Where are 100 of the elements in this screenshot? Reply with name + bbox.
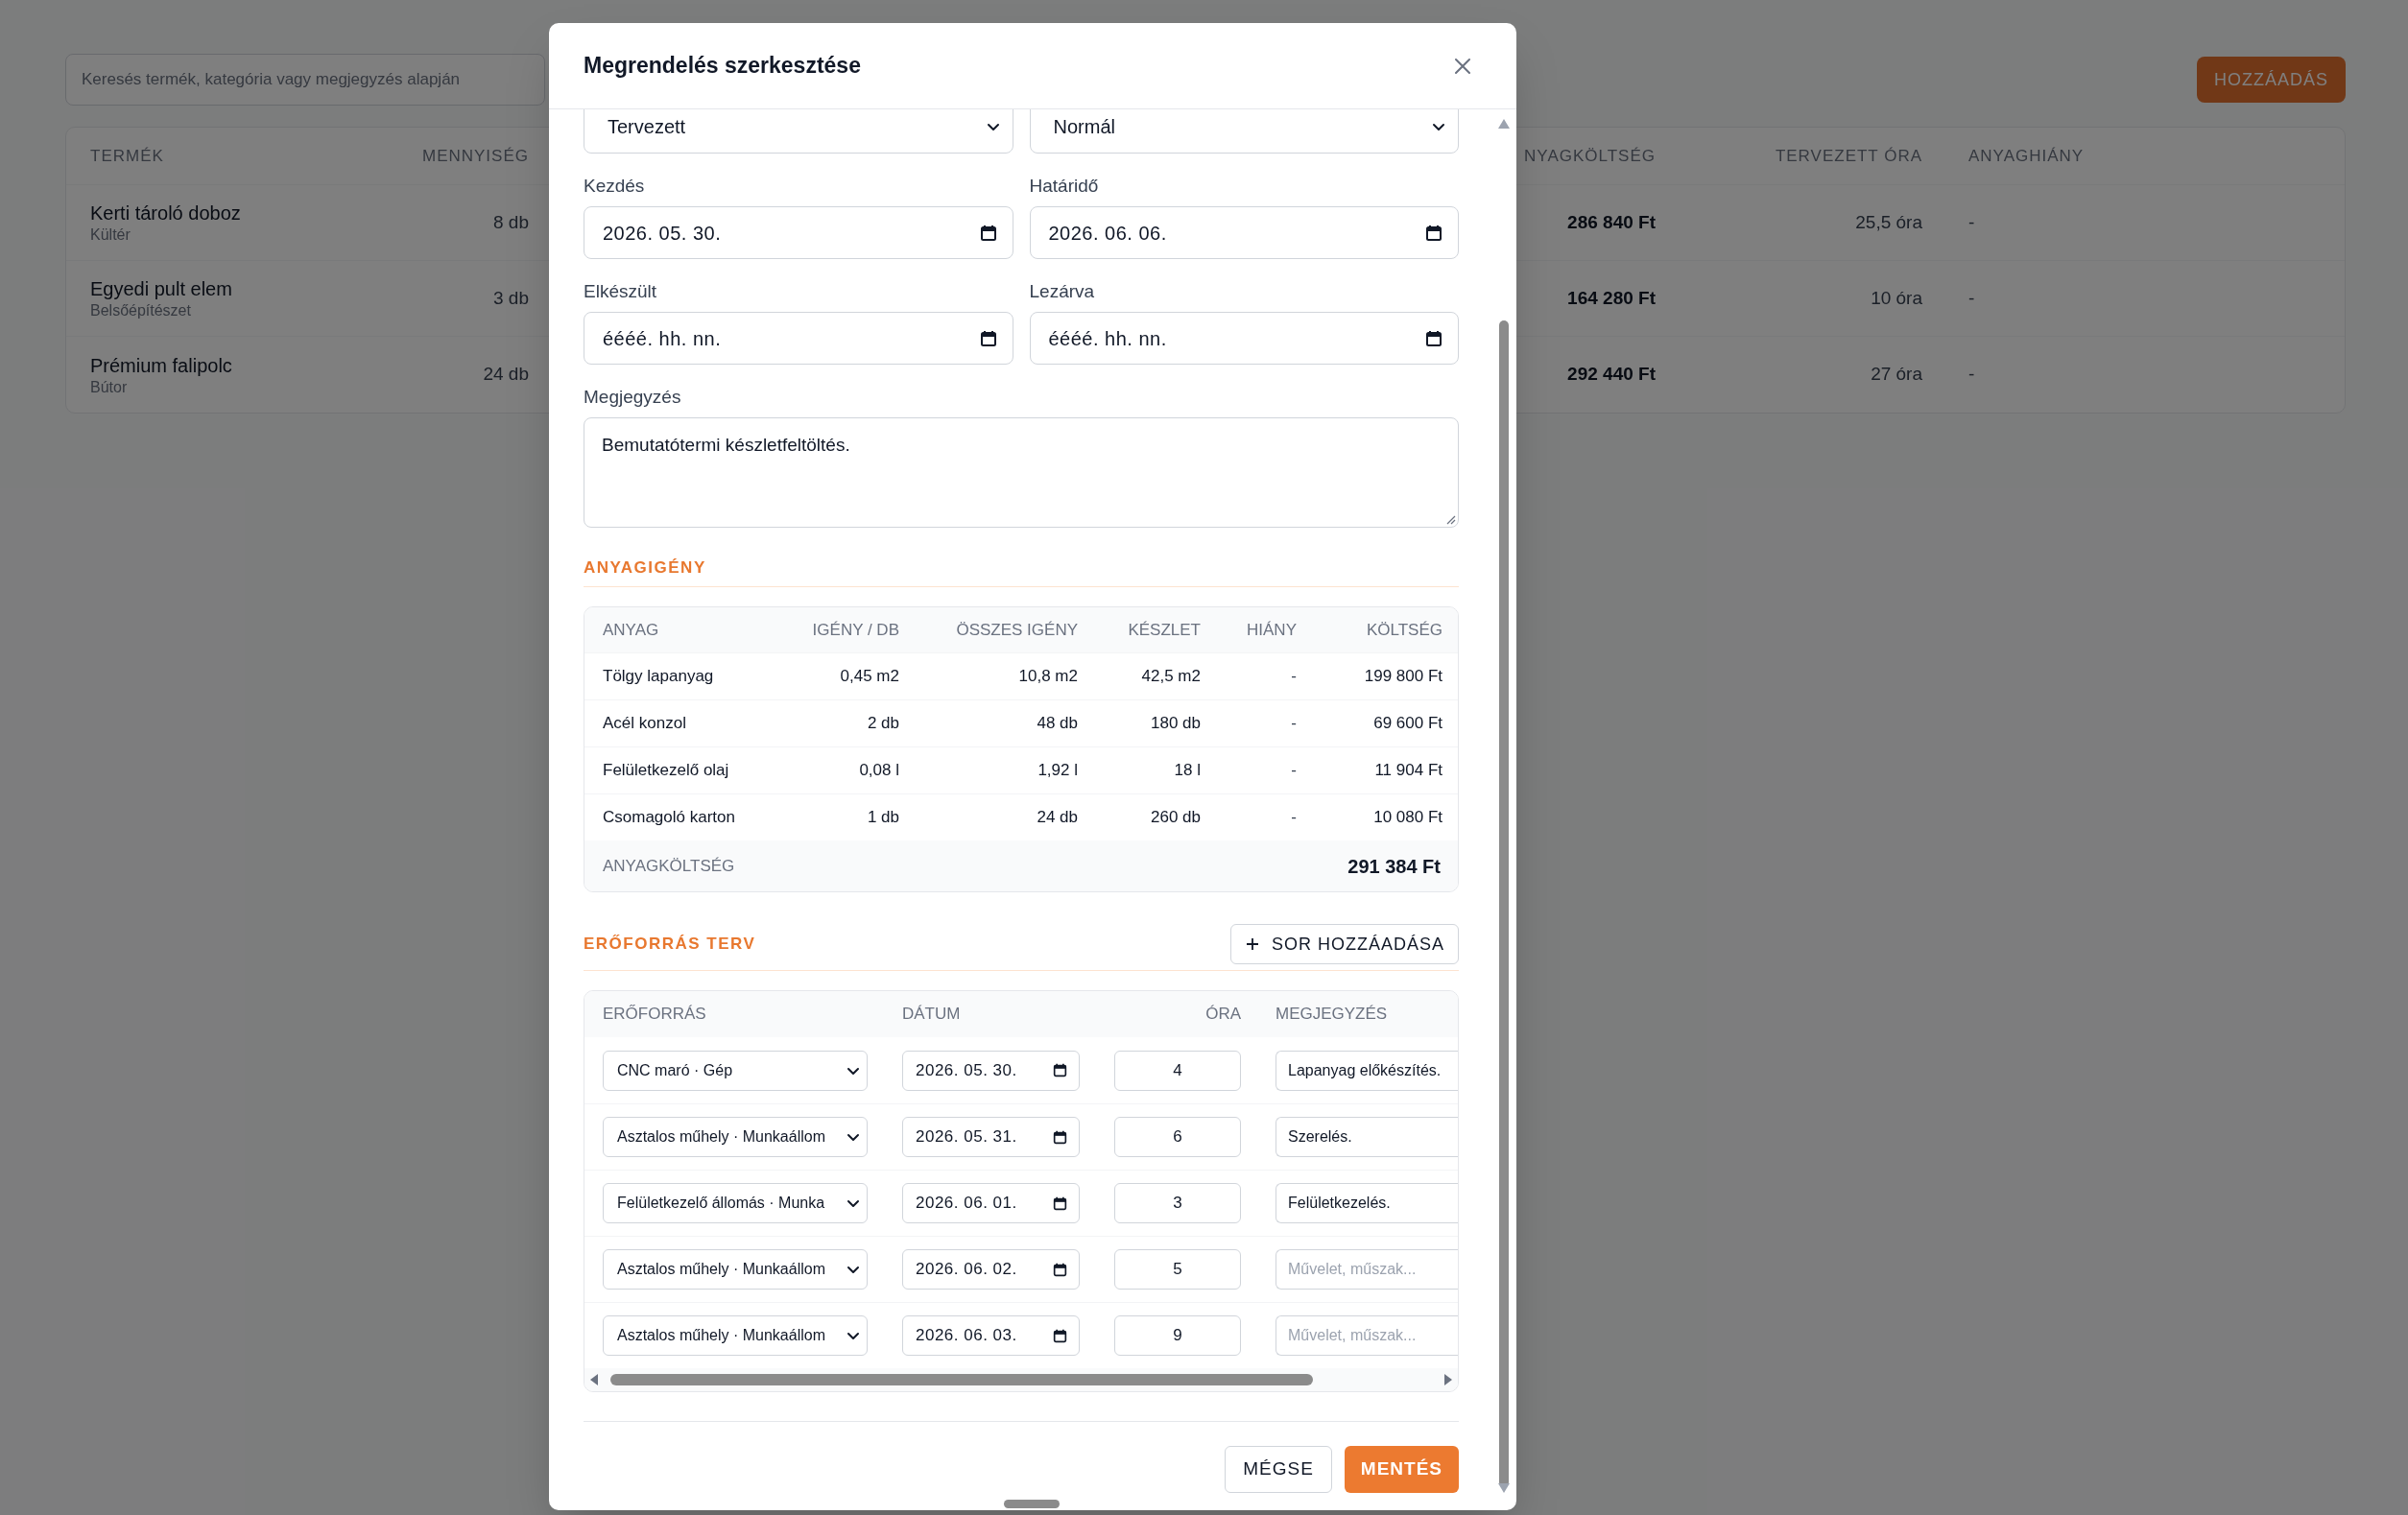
- table-cell-text: 18 l: [1174, 760, 1201, 782]
- field-label: Megjegyzés: [584, 386, 682, 409]
- plus-icon: [1244, 936, 1260, 952]
- resource-select[interactable]: CNC maró · Gép: [603, 1050, 868, 1091]
- hours-field[interactable]: 9: [1114, 1315, 1241, 1356]
- select-field[interactable]: Normál: [1029, 109, 1459, 154]
- note-field[interactable]: Művelet, műszak...: [1276, 1249, 1458, 1290]
- table-cell-text: 292 440 Ft: [1567, 363, 1656, 387]
- table-cell-text: Tölgy lapanyag: [603, 666, 714, 688]
- calendar-icon[interactable]: [1053, 1262, 1067, 1277]
- table-cell-text: -: [1291, 760, 1297, 782]
- table-cell-text: 48 db: [1037, 713, 1078, 735]
- table-cell-text: 1,92 l: [1037, 760, 1078, 782]
- table-cell-text: Acél konzol: [603, 713, 686, 735]
- table-cell-text: -: [1291, 807, 1297, 829]
- table-cell-text: 10,8 m2: [1018, 666, 1078, 688]
- date-field[interactable]: éééé. hh. nn.: [584, 312, 1013, 365]
- hours-field[interactable]: 6: [1114, 1117, 1241, 1157]
- table-cell-text: 3 db: [493, 286, 529, 310]
- calendar-icon[interactable]: [1053, 1063, 1067, 1077]
- column-header: TERMÉK: [90, 145, 164, 167]
- table-cell-text: 0,08 l: [859, 760, 899, 782]
- column-header: KÖLTSÉG: [1366, 619, 1442, 641]
- column-header: ANYAGHIÁNY: [1968, 145, 2085, 167]
- table-cell-text: 164 280 Ft: [1567, 286, 1656, 310]
- column-header: TERVEZETT ÓRA: [1775, 145, 1922, 167]
- total-label: ANYAGKÖLTSÉG: [603, 855, 735, 877]
- calendar-icon[interactable]: [1053, 1129, 1067, 1145]
- table-cell-text: -: [1291, 713, 1297, 735]
- add-row-button[interactable]: SOR HOZZÁADÁSA: [1229, 924, 1459, 964]
- table-cell-text: -: [1291, 666, 1297, 688]
- calendar-icon[interactable]: [979, 329, 997, 347]
- total-value: 291 384 Ft: [1347, 854, 1441, 879]
- table-cell-text: 0,45 m2: [840, 666, 899, 688]
- resource-select[interactable]: Asztalos műhely · Munkaállom: [603, 1117, 868, 1157]
- product-category: Kültér: [90, 225, 131, 245]
- calendar-icon[interactable]: [1053, 1195, 1067, 1211]
- resource-select[interactable]: Asztalos műhely · Munkaállom: [603, 1315, 868, 1356]
- table-cell-text: 199 800 Ft: [1364, 666, 1442, 688]
- table-cell-text: 286 840 Ft: [1567, 210, 1656, 234]
- resource-select[interactable]: Felületkezelő állomás · Munka: [603, 1183, 868, 1223]
- note-field[interactable]: Szerelés.: [1276, 1117, 1458, 1157]
- date-field[interactable]: 2026. 05. 30.: [902, 1050, 1080, 1091]
- section-heading: ERŐFORRÁS TERV: [584, 934, 756, 956]
- column-header: MENNYISÉG: [421, 145, 529, 167]
- note-field[interactable]: Művelet, műszak...: [1276, 1315, 1458, 1356]
- table-cell-text: -: [1968, 363, 1975, 387]
- scroll-handle[interactable]: [1004, 1500, 1060, 1508]
- table-cell-text: Csomagoló karton: [603, 807, 735, 829]
- table-cell-text: -: [1968, 210, 1975, 234]
- table-cell-text: 69 600 Ft: [1373, 713, 1442, 735]
- hours-field[interactable]: 3: [1114, 1183, 1241, 1223]
- hours-field[interactable]: 5: [1114, 1249, 1241, 1290]
- table-cell-text: 10 óra: [1871, 286, 1922, 310]
- resource-select[interactable]: Asztalos műhely · Munkaállom: [603, 1249, 868, 1290]
- date-field[interactable]: 2026. 06. 06.: [1029, 206, 1459, 259]
- column-header: MEGJEGYZÉS: [1276, 1004, 1388, 1026]
- section-heading: ANYAGIGÉNY: [584, 558, 707, 578]
- product-category: Bútor: [90, 377, 129, 397]
- column-header: NYAGKÖLTSÉG: [1524, 145, 1656, 167]
- search-field[interactable]: Keresés termék, kategória vagy megjegyzés alapján: [65, 54, 545, 106]
- table-cell-text: 2 db: [867, 713, 899, 735]
- table-cell-text: 260 db: [1151, 807, 1201, 829]
- column-header: KÉSZLET: [1128, 619, 1201, 641]
- column-header: HIÁNY: [1247, 619, 1297, 641]
- product-name: Egyedi pult elem: [90, 277, 232, 301]
- column-header: DÁTUM: [902, 1004, 961, 1026]
- date-field[interactable]: 2026. 05. 31.: [902, 1117, 1080, 1157]
- table-cell-text: -: [1968, 286, 1975, 310]
- column-header: ÖSSZES IGÉNY: [956, 619, 1078, 641]
- calendar-icon[interactable]: [1425, 224, 1442, 242]
- date-field[interactable]: 2026. 05. 30.: [584, 206, 1013, 259]
- table-cell-text: 24 db: [483, 363, 529, 387]
- table-cell-text: 180 db: [1151, 713, 1201, 735]
- table-cell-text: Felületkezelő olaj: [603, 760, 729, 782]
- table-cell-text: 11 904 Ft: [1374, 760, 1442, 782]
- table-cell-text: 27 óra: [1871, 363, 1922, 387]
- cancel-button[interactable]: MÉGSE: [1225, 1446, 1332, 1493]
- hours-field[interactable]: 4: [1114, 1050, 1241, 1091]
- select-field[interactable]: Tervezett: [584, 109, 1013, 154]
- resize-grip-icon[interactable]: [1446, 515, 1456, 525]
- product-name: Prémium falipolc: [90, 353, 232, 378]
- column-header: ERŐFORRÁS: [603, 1004, 706, 1026]
- calendar-icon[interactable]: [1425, 329, 1442, 347]
- table-cell-text: 1 db: [867, 807, 899, 829]
- date-field[interactable]: éééé. hh. nn.: [1029, 312, 1459, 365]
- calendar-icon[interactable]: [1053, 1328, 1067, 1343]
- date-field[interactable]: 2026. 06. 01.: [902, 1183, 1080, 1223]
- field-label: Kezdés: [584, 175, 646, 198]
- table-cell-text: 24 db: [1037, 807, 1078, 829]
- note-textarea[interactable]: Bemutatótermi készletfeltöltés.: [584, 417, 1459, 528]
- calendar-icon[interactable]: [979, 224, 997, 242]
- date-field[interactable]: 2026. 06. 02.: [902, 1249, 1080, 1290]
- note-field[interactable]: Felületkezelés.: [1276, 1183, 1458, 1223]
- note-field[interactable]: Lapanyag előkészítés.: [1276, 1050, 1458, 1091]
- date-field[interactable]: 2026. 06. 03.: [902, 1315, 1080, 1356]
- column-header: ANYAG: [603, 619, 659, 641]
- field-label: Határidő: [1029, 175, 1100, 198]
- close-icon[interactable]: [1453, 56, 1472, 76]
- product-name: Kerti tároló doboz: [90, 201, 241, 225]
